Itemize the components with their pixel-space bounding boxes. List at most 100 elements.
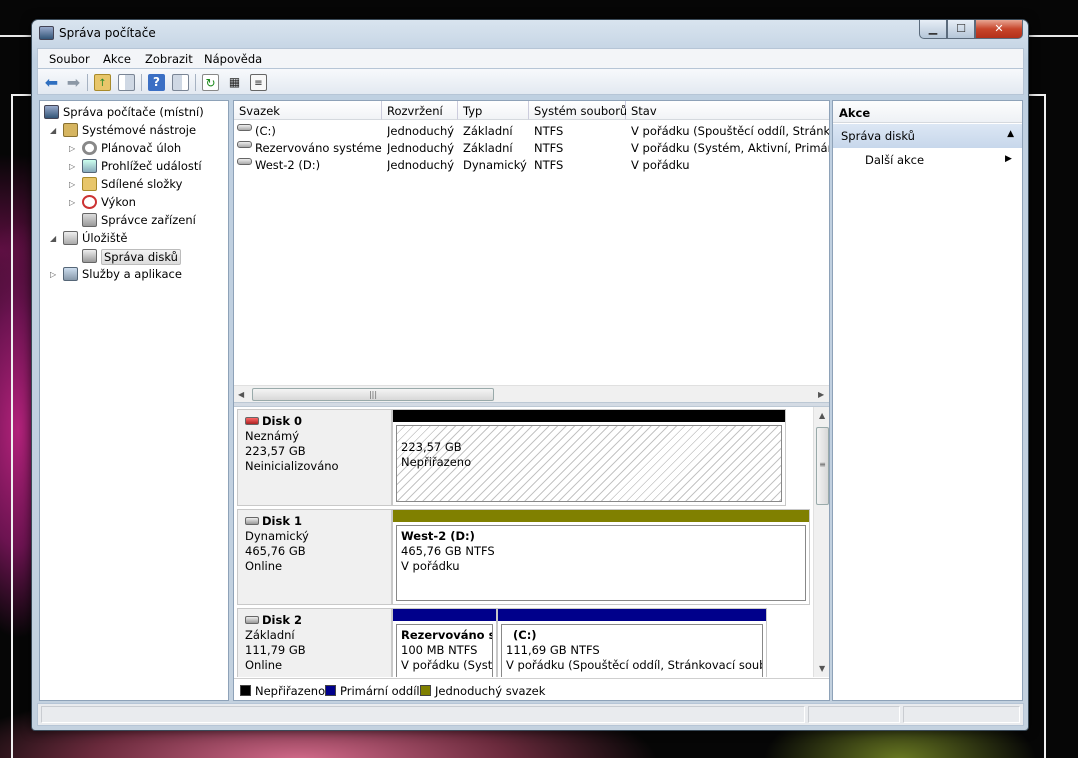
title-bar[interactable]: Správa počítače ▁ ☐ ✕ [32, 20, 1028, 46]
computer-management-icon [39, 26, 54, 40]
volume-filesystem: NTFS [534, 141, 564, 155]
disk-info[interactable]: Disk 1 Dynamický 465,76 GB Online [237, 509, 392, 605]
status-cell [903, 706, 1020, 723]
event-viewer-icon [82, 159, 97, 173]
legend-item: Primární oddíl [325, 684, 420, 698]
menu-soubor[interactable]: Soubor [49, 52, 90, 66]
disk-icon [245, 616, 259, 624]
close-button[interactable]: ✕ [975, 20, 1023, 39]
actions-section-disk-management[interactable]: Správa disků ▲ [833, 124, 1022, 148]
actions-header: Akce [833, 101, 1022, 123]
storage-icon [63, 231, 78, 245]
collapsed-arrow-icon[interactable]: ▷ [69, 198, 75, 207]
window-title: Správa počítače [59, 26, 156, 40]
disk-name: Disk 0 [262, 414, 302, 428]
partition-size: 111,69 GB NTFS [506, 643, 600, 657]
minimize-icon: ▁ [928, 22, 938, 35]
horizontal-scrollbar[interactable]: ◀ ||| ▶ [234, 385, 829, 402]
help-icon[interactable]: ? [148, 74, 165, 91]
partition-status: V pořádku [401, 559, 460, 573]
show-hide-tree-icon[interactable] [118, 74, 135, 91]
disk-size: 223,57 GB [245, 444, 306, 458]
volume-filesystem: NTFS [534, 158, 564, 172]
disk-partition[interactable]: (C:) 111,69 GB NTFS V pořádku (Spouštěcí… [497, 608, 767, 677]
volume-name: Rezervováno systémem [255, 141, 382, 155]
scroll-thumb[interactable]: ||| [252, 388, 494, 401]
toolbar-separator [195, 74, 196, 91]
collapsed-arrow-icon[interactable]: ▷ [69, 180, 75, 189]
column-header-layout[interactable]: Rozvržení [382, 101, 458, 120]
volume-type: Dynamický [463, 158, 527, 172]
vertical-scrollbar[interactable]: ▲ ≡ ▼ [813, 407, 829, 677]
partition-body: West-2 (D:) 465,76 GB NTFS V pořádku [396, 525, 806, 601]
scroll-right-icon[interactable]: ▶ [818, 390, 824, 399]
submenu-arrow-icon[interactable]: ▶ [1005, 154, 1012, 164]
volume-row[interactable]: West-2 (D:) Jednoduchý Dynamický NTFS V … [234, 156, 829, 173]
menu-akce[interactable]: Akce [103, 52, 131, 66]
disk-status: Online [245, 658, 283, 672]
collapsed-arrow-icon[interactable]: ▷ [69, 162, 75, 171]
legend-swatch [240, 685, 251, 696]
tree-label: Systémové nástroje [82, 123, 197, 137]
services-icon [63, 267, 78, 281]
column-header-volume[interactable]: Svazek [234, 101, 382, 120]
disk-name: Disk 1 [262, 514, 302, 528]
legend-item: Jednoduchý svazek [420, 684, 545, 698]
scroll-thumb[interactable]: ≡ [816, 427, 829, 505]
volume-row[interactable]: Rezervováno systémem Jednoduchý Základní… [234, 139, 830, 156]
app-window: Správa počítače ▁ ☐ ✕ Soubor Akce Zobraz… [31, 19, 1029, 731]
back-icon[interactable]: ⬅ [43, 74, 60, 91]
collapse-up-icon[interactable]: ▲ [1007, 129, 1014, 139]
volume-row[interactable]: (C:) Jednoduchý Základní NTFS V pořádku … [234, 122, 829, 139]
disk-partition[interactable]: West-2 (D:) 465,76 GB NTFS V pořádku [392, 509, 810, 605]
close-icon: ✕ [994, 22, 1004, 35]
partition-color-bar [393, 510, 809, 522]
up-folder-icon[interactable]: ↑ [94, 74, 111, 91]
column-header-status[interactable]: Stav [626, 101, 829, 120]
shared-folder-icon [82, 177, 97, 191]
partition-body: 223,57 GB Nepřiřazeno [396, 425, 782, 502]
menu-zobrazit[interactable]: Zobrazit [145, 52, 193, 66]
partition-status: V pořádku (Spouštěcí oddíl, Stránkovací … [506, 658, 763, 672]
column-header-type[interactable]: Typ [458, 101, 529, 120]
toolbar-separator [141, 74, 142, 91]
volume-type: Základní [463, 141, 513, 155]
properties-icon[interactable]: ▦ [226, 74, 243, 91]
volume-layout: Jednoduchý [387, 124, 455, 138]
partition-color-bar [393, 609, 496, 621]
expanded-arrow-icon[interactable]: ◢ [50, 234, 56, 243]
actions-pane: Akce Správa disků ▲ Další akce ▶ [832, 100, 1023, 701]
refresh-icon[interactable]: ↻ [202, 74, 219, 91]
disk-info[interactable]: Disk 2 Základní 111,79 GB Online [237, 608, 392, 677]
disk-partition[interactable]: 223,57 GB Nepřiřazeno [392, 409, 786, 506]
scroll-down-icon[interactable]: ▼ [819, 664, 825, 673]
collapsed-arrow-icon[interactable]: ▷ [69, 144, 75, 153]
export-list-icon[interactable]: ≡ [250, 74, 267, 91]
collapsed-arrow-icon[interactable]: ▷ [50, 270, 56, 279]
status-cell [41, 706, 805, 723]
status-bar [37, 703, 1024, 726]
column-header-filesystem[interactable]: Systém souborů [529, 101, 627, 120]
partition-status: Nepřiřazeno [401, 455, 472, 469]
scroll-up-icon[interactable]: ▲ [819, 411, 825, 420]
show-hide-action-icon[interactable] [172, 74, 189, 91]
device-manager-icon [82, 213, 97, 227]
tree-label: Plánovač úloh [101, 141, 182, 155]
scroll-left-icon[interactable]: ◀ [238, 390, 244, 399]
disk-management-pane: Svazek Rozvržení Typ Systém souborů Stav… [233, 100, 830, 701]
forward-icon[interactable]: ➡ [65, 74, 82, 91]
menu-napoveda[interactable]: Nápověda [204, 52, 262, 66]
disk-info[interactable]: Disk 0 Neznámý 223,57 GB Neinicializován… [237, 409, 392, 506]
actions-section-label: Správa disků [841, 129, 915, 143]
disk-partition[interactable]: Rezervováno sy 100 MB NTFS V pořádku (Sy… [392, 608, 497, 677]
navigation-tree: Správa počítače (místní) ◢ Systémové nás… [39, 100, 229, 701]
partition-title: (C:) [513, 628, 537, 642]
minimize-button[interactable]: ▁ [919, 20, 947, 39]
maximize-icon: ☐ [956, 22, 966, 35]
more-actions-item[interactable]: Další akce [865, 153, 924, 167]
drive-icon [237, 158, 252, 165]
maximize-button[interactable]: ☐ [947, 20, 975, 39]
tree-label: Prohlížeč událostí [101, 159, 202, 173]
expanded-arrow-icon[interactable]: ◢ [50, 126, 56, 135]
volume-status: V pořádku (Systém, Aktivní, Primární [631, 141, 830, 155]
